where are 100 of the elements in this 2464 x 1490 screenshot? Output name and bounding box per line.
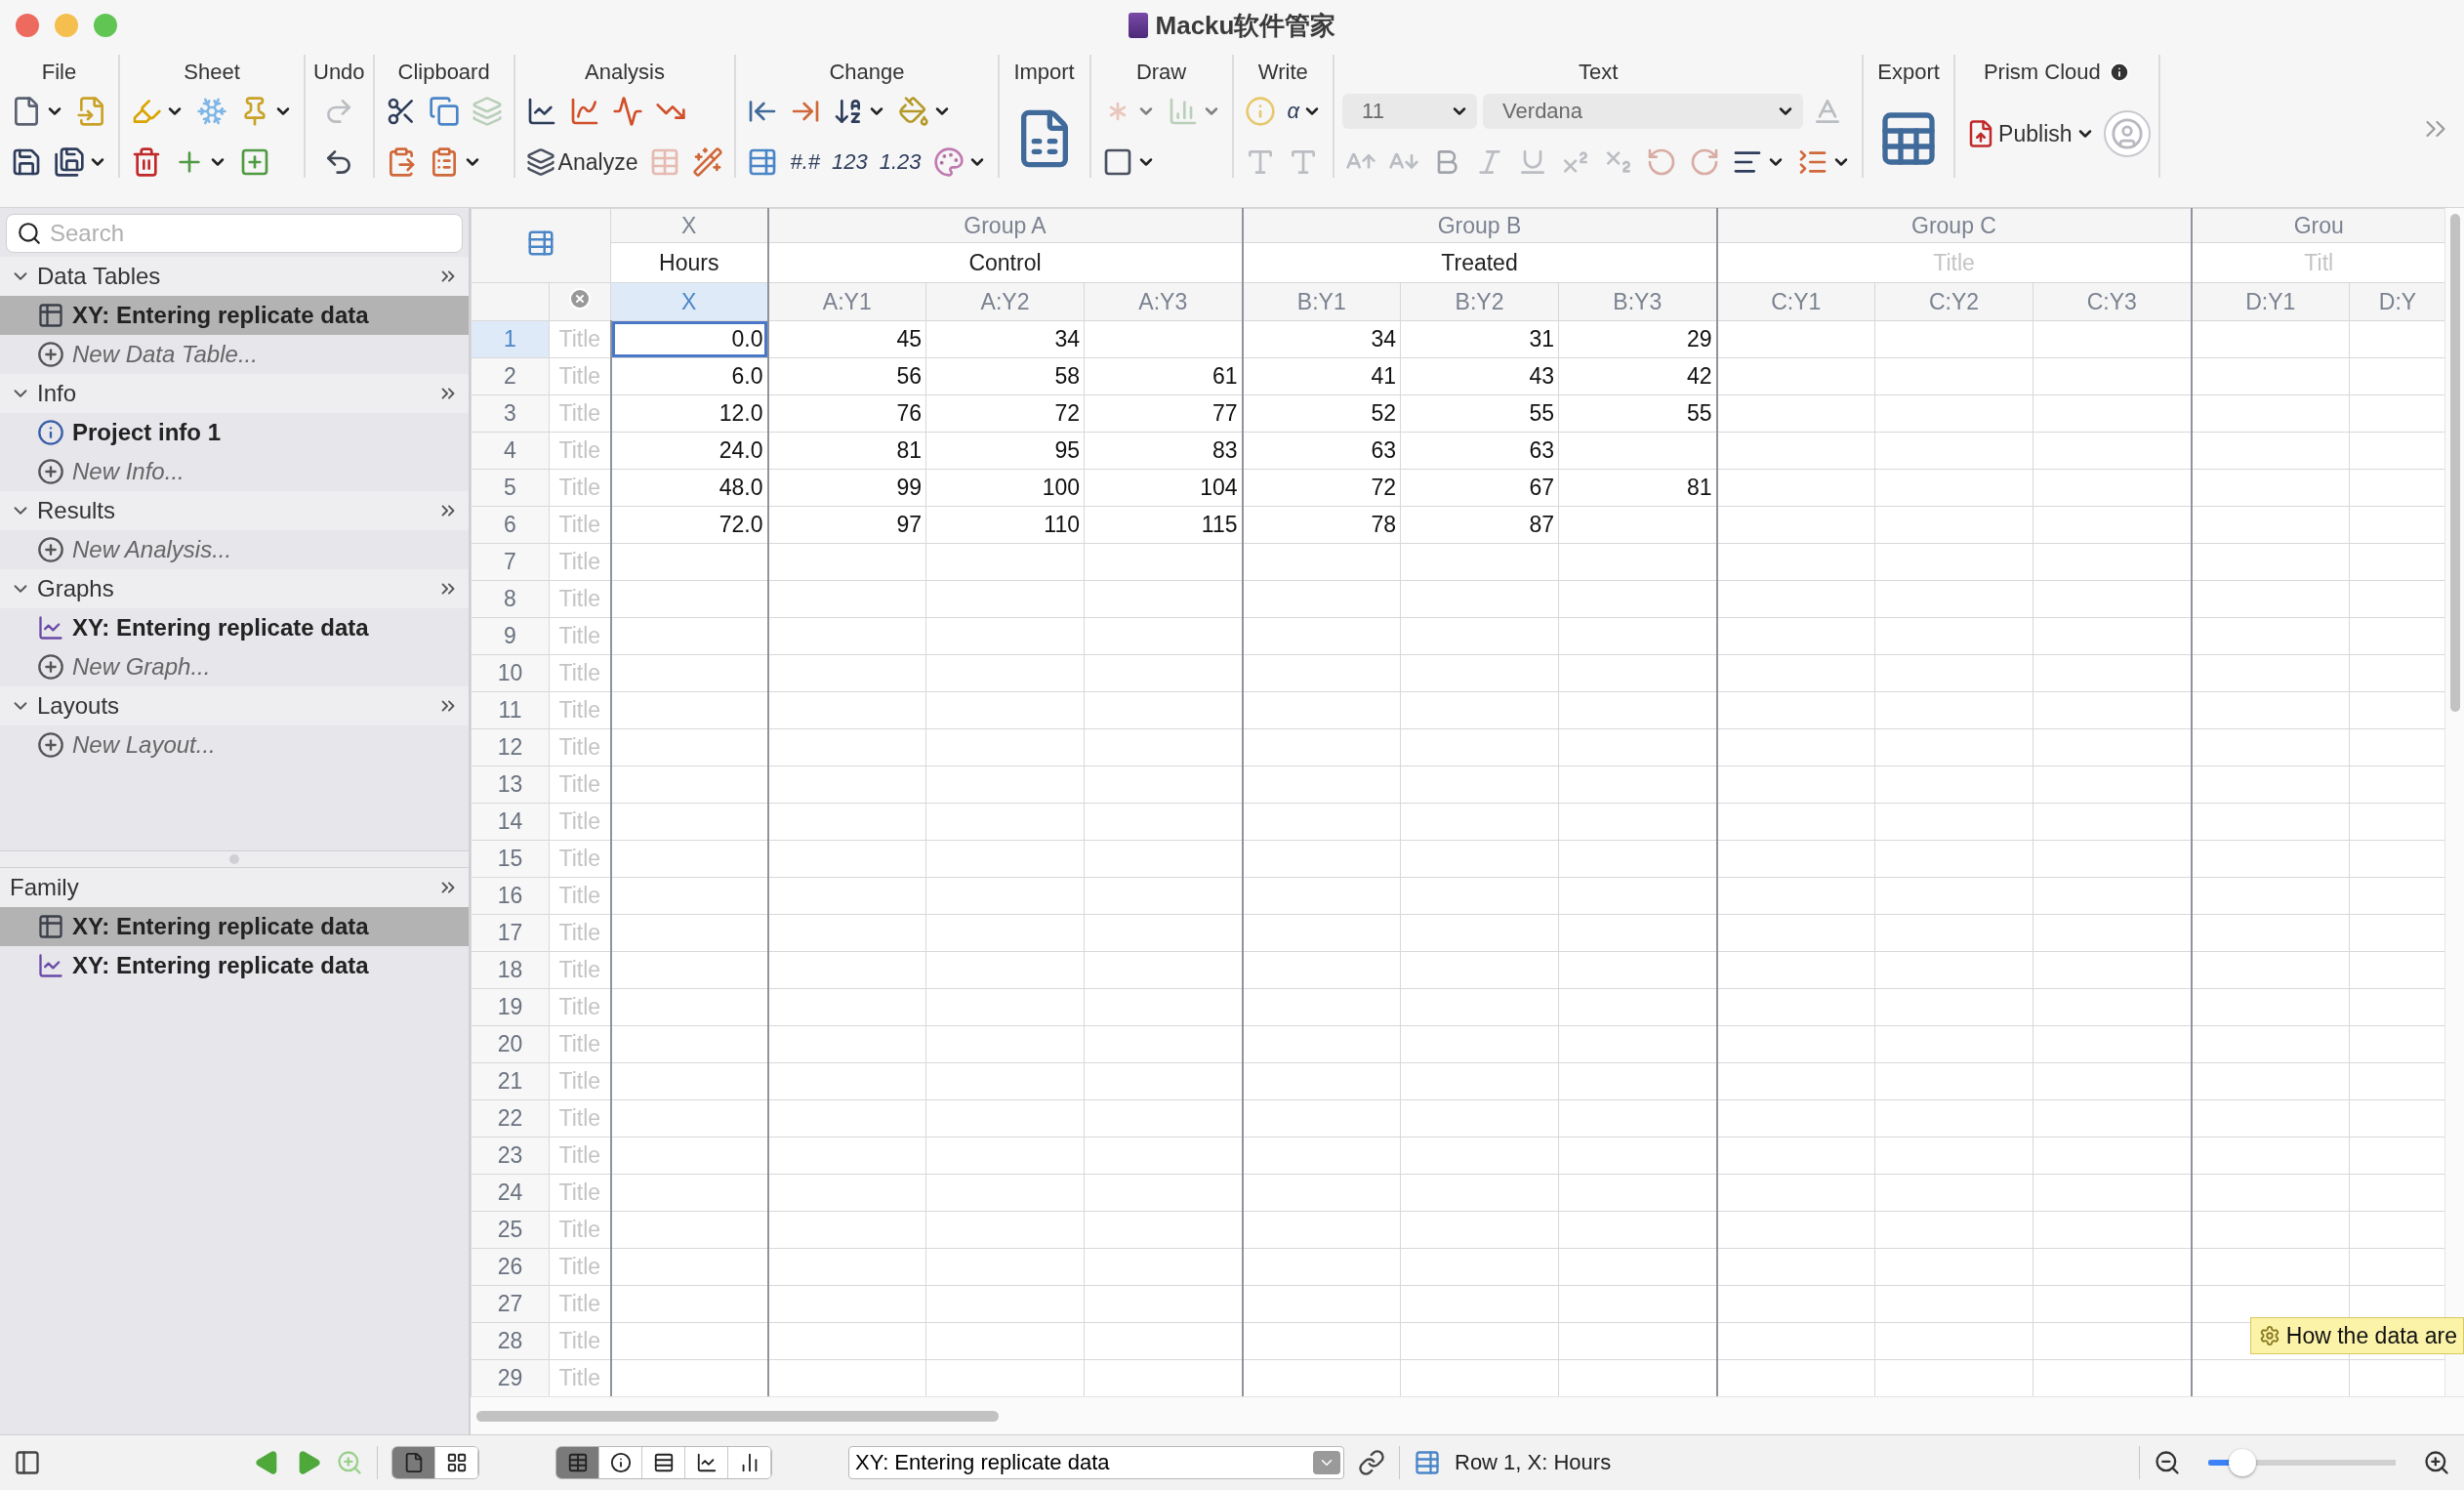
group-header[interactable]: Group A [767, 208, 1243, 243]
table-cell[interactable]: 67 [1400, 469, 1559, 507]
section-header[interactable]: Info [0, 374, 469, 413]
table-cell[interactable]: 72 [1242, 469, 1401, 507]
sidebar-item[interactable]: New Info... [0, 452, 469, 491]
sidebar-toggle-icon[interactable] [14, 1449, 41, 1476]
table-cell[interactable]: 55 [1400, 394, 1559, 433]
table-cell[interactable]: 72 [925, 394, 1085, 433]
sheet-tab[interactable] [685, 1447, 728, 1478]
table-cell[interactable]: 56 [767, 357, 926, 395]
group-header[interactable]: Group B [1242, 208, 1717, 243]
group-title-cell[interactable]: Treated [1242, 242, 1717, 283]
table-cell[interactable]: 34 [925, 320, 1085, 358]
column-header[interactable]: D:Y [2349, 282, 2444, 321]
sidebar-item[interactable]: XY: Entering replicate data [0, 946, 469, 985]
table-cell[interactable]: 63 [1242, 432, 1401, 470]
row-number: 2 [471, 357, 550, 395]
view-button[interactable] [392, 1447, 435, 1478]
zoom-out-icon[interactable] [2154, 1449, 2181, 1476]
group-title-cell[interactable]: Control [767, 242, 1243, 283]
toolbar-button[interactable]: Analyze [522, 141, 641, 184]
table-cell[interactable]: 58 [925, 357, 1085, 395]
column-header[interactable]: D:Y1 [2191, 282, 2350, 321]
sidebar-item[interactable]: New Layout... [0, 725, 469, 765]
table-cell[interactable]: 45 [767, 320, 926, 358]
group-header[interactable]: X [610, 208, 768, 243]
sidebar-item[interactable]: XY: Entering replicate data [0, 907, 469, 946]
table-cell[interactable]: 34 [1242, 320, 1401, 358]
sheet-tab[interactable] [728, 1447, 771, 1478]
search-input[interactable]: Search [48, 219, 452, 248]
sidebar-item[interactable]: New Data Table... [0, 335, 469, 374]
toolbar-button[interactable]: Publish [1963, 112, 2098, 155]
table-cell[interactable]: 99 [767, 469, 926, 507]
table-cell[interactable]: 110 [925, 506, 1085, 544]
table-cell[interactable]: 95 [925, 432, 1085, 470]
clear-icon[interactable] [568, 287, 592, 310]
person-icon [2110, 117, 2144, 150]
sheet-select[interactable]: XY: Entering replicate data [848, 1446, 1344, 1479]
table-cell[interactable]: 63 [1400, 432, 1559, 470]
toolbar-button[interactable]: #.# [787, 141, 823, 184]
column-header[interactable]: C:Y1 [1716, 282, 1875, 321]
toolbar-group-label: Import [1013, 59, 1075, 86]
table-cell[interactable]: 87 [1400, 506, 1559, 544]
toolbar-group-label: Write [1257, 59, 1308, 86]
table-cell[interactable]: 78 [1242, 506, 1401, 544]
search-field[interactable]: Search [6, 214, 463, 253]
view-button[interactable] [435, 1447, 478, 1478]
table-cell[interactable]: 52 [1242, 394, 1401, 433]
line-chart-icon [37, 614, 64, 642]
sidebar-item[interactable]: XY: Entering replicate data [0, 296, 469, 335]
snowflake-icon [196, 96, 227, 127]
table-cell[interactable]: 97 [767, 506, 926, 544]
plus-circle-icon [37, 536, 64, 563]
column-header[interactable]: A:Y3 [1084, 282, 1243, 321]
section-header[interactable]: Layouts [0, 686, 469, 725]
row-number: 20 [471, 1025, 550, 1063]
sidebar-item[interactable]: New Graph... [0, 647, 469, 686]
hint-tooltip[interactable]: How the data are [2249, 1317, 2464, 1354]
row-number: 16 [471, 877, 550, 915]
group-header[interactable]: Group C [1716, 208, 2192, 243]
section-header[interactable]: Data Tables [0, 257, 469, 296]
link-icon[interactable] [1358, 1449, 1385, 1476]
sidebar-item[interactable]: New Analysis... [0, 530, 469, 569]
table-cell[interactable]: 81 [767, 432, 926, 470]
sheet-tab[interactable] [599, 1447, 642, 1478]
group-header[interactable]: Grou [2191, 208, 2444, 243]
row-number: 7 [471, 543, 550, 581]
table-cell[interactable]: 43 [1400, 357, 1559, 395]
close-button[interactable] [16, 14, 39, 37]
column-header[interactable]: C:Y2 [1874, 282, 2033, 321]
column-header[interactable]: B:Y3 [1558, 282, 1717, 321]
column-header[interactable]: A:Y1 [767, 282, 926, 321]
stacked-pages-icon [525, 147, 555, 177]
section-header[interactable]: Results [0, 491, 469, 530]
table-cell[interactable]: 0.0 [610, 320, 768, 358]
table-cell[interactable]: 31 [1400, 320, 1559, 358]
sidebar-item[interactable]: XY: Entering replicate data [0, 608, 469, 647]
sheet-tab[interactable] [556, 1447, 599, 1478]
table-icon [37, 302, 64, 329]
column-header[interactable]: C:Y3 [2033, 282, 2192, 321]
toolbar-button[interactable]: α [1284, 90, 1326, 133]
scrollbar-thumb[interactable] [2449, 214, 2460, 712]
splitter-handle[interactable] [229, 854, 239, 864]
toolbar-button[interactable]: 1.23 [876, 141, 924, 184]
toolbar-button[interactable]: 123 [829, 141, 871, 184]
section-header[interactable]: Graphs [0, 569, 469, 608]
zoom-in-icon[interactable] [2423, 1449, 2450, 1476]
account-button[interactable] [2103, 110, 2151, 157]
sheet-tab[interactable] [642, 1447, 685, 1478]
column-header[interactable]: B:Y2 [1400, 282, 1559, 321]
zoom-button[interactable] [94, 14, 117, 37]
scrollbar-thumb[interactable] [476, 1410, 999, 1422]
sidebar-item[interactable]: Project info 1 [0, 413, 469, 452]
toolbar-group-label: Change [829, 59, 905, 86]
column-header[interactable]: B:Y1 [1242, 282, 1401, 321]
table-cell[interactable]: 100 [925, 469, 1085, 507]
table-cell[interactable]: 41 [1242, 357, 1401, 395]
column-header[interactable]: A:Y2 [925, 282, 1085, 321]
table-cell[interactable]: 76 [767, 394, 926, 433]
group-title-cell[interactable]: Hours [610, 242, 768, 283]
